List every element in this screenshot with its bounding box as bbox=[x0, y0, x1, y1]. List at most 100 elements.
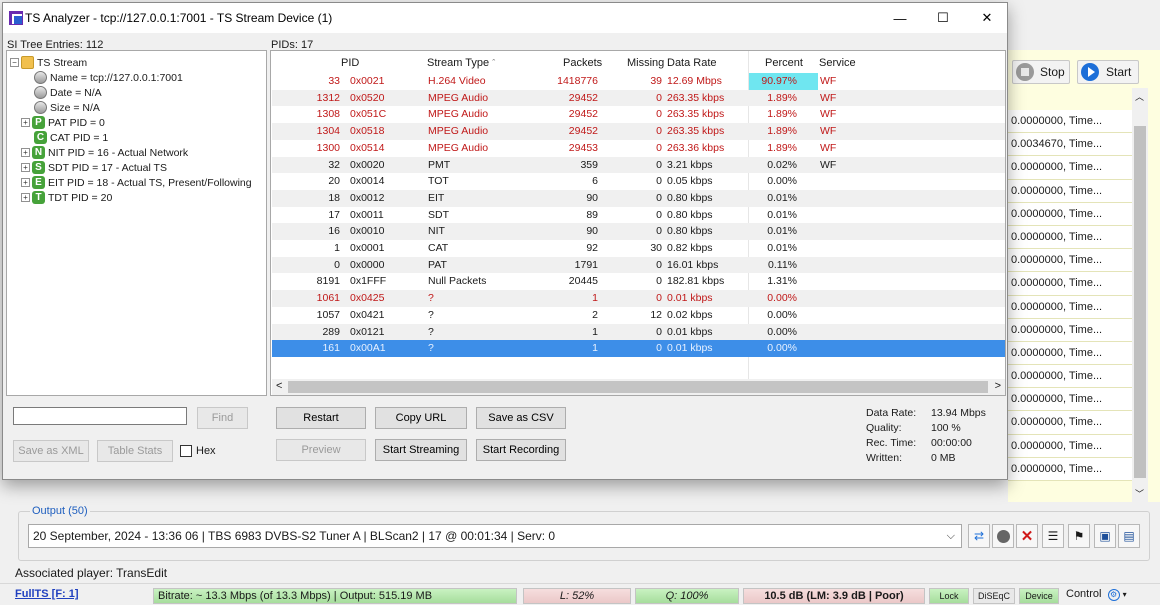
tree-node-name[interactable]: Name = tcp://127.0.0.1:7001 bbox=[34, 70, 183, 85]
expand-icon[interactable]: + bbox=[21, 193, 30, 202]
column-header-percent[interactable]: Percent bbox=[765, 57, 803, 69]
list-view-button[interactable]: ☰ bbox=[1042, 524, 1064, 548]
list-item[interactable]: 0.0000000, Time... bbox=[1008, 156, 1132, 180]
scroll-left-icon[interactable]: < bbox=[276, 380, 282, 392]
start-streaming-button[interactable]: Start Streaming bbox=[375, 439, 467, 461]
list-item[interactable]: 0.0000000, Time... bbox=[1008, 457, 1132, 481]
list-item[interactable]: 0.0034670, Time... bbox=[1008, 133, 1132, 157]
list-item[interactable]: 0.0000000, Time... bbox=[1008, 225, 1132, 250]
expand-icon[interactable]: + bbox=[21, 118, 30, 127]
column-header-service[interactable]: Service bbox=[819, 57, 856, 69]
flag-button[interactable]: ⚑ bbox=[1068, 524, 1090, 548]
preview-button[interactable]: Preview bbox=[276, 439, 366, 461]
start-recording-button[interactable]: Start Recording bbox=[476, 439, 566, 461]
list-item[interactable]: 0.0000000, Time... bbox=[1008, 434, 1132, 458]
delete-button[interactable]: ✕ bbox=[1016, 524, 1038, 548]
table-row[interactable]: 33 0x0021 H.264 Video 1418776 39 12.69 Mbps 90… bbox=[272, 73, 1005, 90]
list-item[interactable]: 0.0000000, Time... bbox=[1008, 318, 1132, 342]
cell-missing: 0 bbox=[656, 292, 662, 305]
cell-stream-type: MPEG Audio bbox=[428, 141, 489, 154]
table-row[interactable]: 161 0x00A1? 1 0 0.01 kbps 0.00% bbox=[272, 340, 1005, 357]
table-row[interactable]: 1312 0x0520 MPEG Audio 29452 0 263.35 kbps 1.8… bbox=[272, 89, 1005, 107]
table-stats-button[interactable]: Table Stats bbox=[97, 440, 173, 462]
restart-button[interactable]: Restart bbox=[276, 407, 366, 429]
tree-node-nit[interactable]: + N NIT PID = 16 - Actual Network bbox=[21, 145, 188, 160]
table-row[interactable]: 1308 0x051C MPEG Audio 29452 0 263.35 kbps 1.8… bbox=[272, 106, 1005, 123]
minimize-button[interactable]: — bbox=[877, 3, 923, 33]
collapse-icon[interactable]: − bbox=[10, 58, 19, 67]
list-item[interactable]: 0.0000000, Time... bbox=[1008, 110, 1132, 134]
tree-node-tdt[interactable]: + T TDT PID = 20 bbox=[21, 190, 112, 205]
record-button[interactable] bbox=[992, 524, 1014, 548]
cell-pid-dec: 33 bbox=[328, 75, 340, 87]
table-hscrollbar[interactable]: < > bbox=[272, 379, 1005, 395]
table-row[interactable]: 32 0x0020 PMT 359 0 3.21 kbps 0.02% WF bbox=[272, 156, 1005, 174]
event-list-scrollbar[interactable]: ︿ ﹀ bbox=[1132, 88, 1148, 502]
table-row[interactable]: 1 0x0001 CAT 92 30 0.82 kbps 0.01% bbox=[272, 240, 1005, 257]
info-icon bbox=[34, 101, 47, 114]
column-header-packets[interactable]: Packets bbox=[563, 57, 602, 69]
event-list[interactable]: 0.0000000, Time... 0.0034670, Time... 0.… bbox=[1008, 110, 1132, 481]
scrollbar-thumb[interactable] bbox=[1134, 126, 1146, 478]
stop-button[interactable]: Stop bbox=[1012, 60, 1070, 84]
title-bar[interactable]: TS Analyzer - tcp://127.0.0.1:7001 - TS … bbox=[3, 3, 1007, 33]
table-row[interactable]: 289 0x0121? 1 0 0.01 kbps 0.00% bbox=[272, 323, 1005, 341]
column-header-pid[interactable]: PID bbox=[341, 57, 359, 69]
tree-node-eit[interactable]: + E EIT PID = 18 - Actual TS, Present/Fo… bbox=[21, 175, 252, 190]
tree-node-date[interactable]: Date = N/A bbox=[34, 85, 102, 100]
expand-icon[interactable]: + bbox=[21, 178, 30, 187]
list-item[interactable]: 0.0000000, Time... bbox=[1008, 249, 1132, 273]
si-tree[interactable]: − TS Stream Name = tcp://127.0.0.1:7001 … bbox=[6, 50, 267, 396]
column-header-data-rate[interactable]: Data Rate bbox=[667, 57, 717, 69]
list-item[interactable]: 0.0000000, Time... bbox=[1008, 272, 1132, 296]
fullts-link[interactable]: FullTS [F: 1] bbox=[15, 588, 79, 600]
column-header-missing[interactable]: Missing bbox=[627, 57, 664, 69]
close-button[interactable]: ✕ bbox=[964, 3, 1010, 33]
list-item[interactable]: 0.0000000, Time... bbox=[1008, 341, 1132, 366]
scroll-up-icon[interactable]: ︿ bbox=[1135, 90, 1144, 103]
table-row[interactable]: 1300 0x0514 MPEG Audio 29453 0 263.36 kbps 1.8… bbox=[272, 140, 1005, 157]
table-row[interactable]: 20 0x0014 TOT 6 0 0.05 kbps 0.00% bbox=[272, 173, 1005, 190]
save-as-xml-button[interactable]: Save as XML bbox=[13, 440, 89, 462]
scroll-right-icon[interactable]: > bbox=[995, 380, 1001, 392]
table-row[interactable]: 18 0x0012 EIT 90 0 0.80 kbps 0.01% bbox=[272, 189, 1005, 207]
pid-table[interactable]: PID Stream Type ˆ Packets Missing Data R… bbox=[270, 50, 1006, 396]
tree-node-sdt[interactable]: + S SDT PID = 17 - Actual TS bbox=[21, 160, 167, 175]
control-menu[interactable]: Control ⚙ ▾ bbox=[1066, 588, 1127, 601]
find-button[interactable]: Find bbox=[197, 407, 248, 429]
table-row[interactable]: 16 0x0010 NIT 90 0 0.80 kbps 0.01% bbox=[272, 223, 1005, 240]
scrollbar-thumb[interactable] bbox=[288, 381, 988, 393]
table-row[interactable]: 1304 0x0518 MPEG Audio 29452 0 263.35 kbps 1.8… bbox=[272, 123, 1005, 140]
expand-icon[interactable]: + bbox=[21, 148, 30, 157]
tv-button[interactable]: ▤ bbox=[1118, 524, 1140, 548]
dialog-title: TS Analyzer - tcp://127.0.0.1:7001 - TS … bbox=[25, 11, 333, 25]
refresh-button[interactable]: ⇄ bbox=[968, 524, 990, 548]
hex-checkbox[interactable] bbox=[180, 445, 192, 457]
column-header-stream-type[interactable]: Stream Type ˆ bbox=[427, 57, 495, 69]
tree-node-cat[interactable]: C CAT PID = 1 bbox=[34, 130, 108, 145]
table-row[interactable]: 8191 0x1FFF Null Packets 20445 0 182.81 kbps 1… bbox=[272, 273, 1005, 290]
list-item[interactable]: 0.0000000, Time... bbox=[1008, 365, 1132, 389]
list-item[interactable]: 0.0000000, Time... bbox=[1008, 295, 1132, 319]
tree-node-size[interactable]: Size = N/A bbox=[34, 100, 100, 115]
save-button[interactable]: ▣ bbox=[1094, 524, 1116, 548]
table-row[interactable]: 0 0x0000 PAT 1791 0 16.01 kbps 0.11% bbox=[272, 256, 1005, 274]
find-input[interactable] bbox=[13, 407, 187, 425]
list-item[interactable]: 0.0000000, Time... bbox=[1008, 202, 1132, 226]
list-item[interactable]: 0.0000000, Time... bbox=[1008, 179, 1132, 203]
maximize-button[interactable]: ☐ bbox=[920, 3, 966, 33]
tree-node-ts-stream[interactable]: − TS Stream bbox=[10, 55, 87, 70]
expand-icon[interactable]: + bbox=[21, 163, 30, 172]
table-row[interactable]: 1061 0x0425? 1 0 0.01 kbps 0.00% bbox=[272, 290, 1005, 307]
save-as-csv-button[interactable]: Save as CSV bbox=[476, 407, 566, 429]
list-item[interactable]: 0.0000000, Time... bbox=[1008, 388, 1132, 412]
table-row[interactable]: 17 0x0011 SDT 89 0 0.80 kbps 0.01% bbox=[272, 207, 1005, 224]
scroll-down-icon[interactable]: ﹀ bbox=[1135, 487, 1144, 500]
copy-url-button[interactable]: Copy URL bbox=[375, 407, 467, 429]
output-select[interactable]: 20 September, 2024 - 13:36 06 | TBS 6983… bbox=[28, 524, 962, 548]
list-item[interactable]: 0.0000000, Time... bbox=[1008, 411, 1132, 435]
start-button[interactable]: Start bbox=[1077, 60, 1139, 84]
table-row[interactable]: 1057 0x0421? 2 12 0.02 kbps 0.00% bbox=[272, 307, 1005, 324]
tree-node-pat[interactable]: + P PAT PID = 0 bbox=[21, 115, 105, 130]
cell-missing: 0 bbox=[656, 275, 662, 288]
